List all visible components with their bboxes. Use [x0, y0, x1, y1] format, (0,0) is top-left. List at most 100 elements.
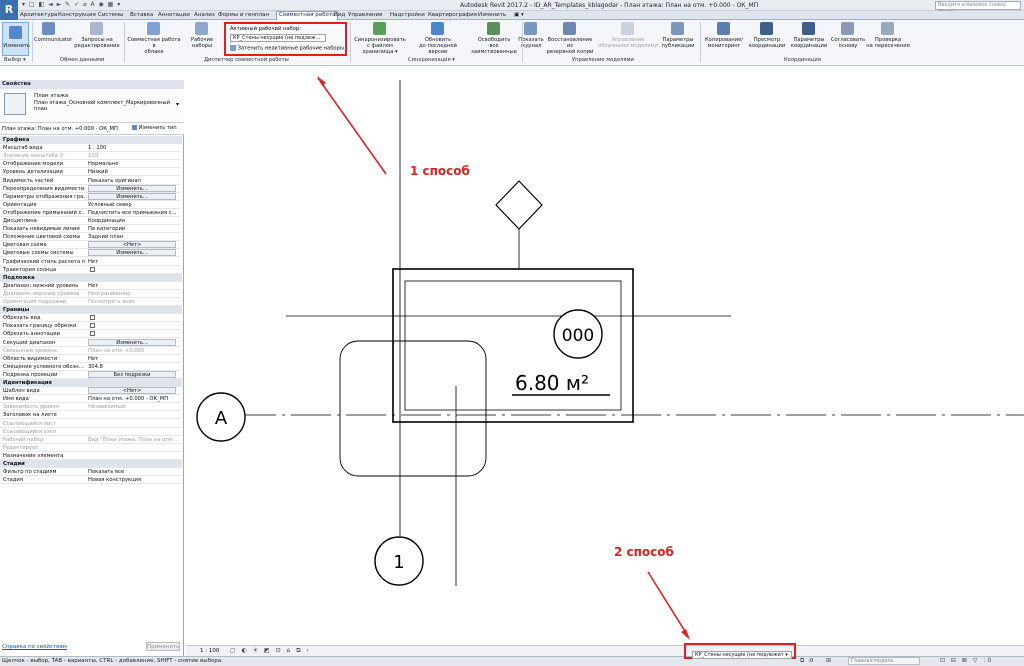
property-value-button[interactable]: <Нет> — [88, 241, 176, 249]
property-row[interactable]: Ориентация подложки Посмотреть вниз — [0, 298, 182, 306]
property-value-button[interactable]: Изменить... — [88, 184, 176, 192]
reload-latest-button[interactable]: Обновить до последней версии — [410, 22, 466, 55]
property-row[interactable]: Секущий диапазон Изменить... — [0, 338, 182, 347]
selection-settings-icons[interactable]: ⊡ ⊟ ⊠ ▽ :0 — [940, 657, 993, 664]
type-selector[interactable]: План этажа План этажа_Основной комплект_… — [0, 89, 184, 123]
property-row[interactable]: Траектория солнца — [0, 266, 182, 274]
property-row[interactable]: Ориентация Условный север — [0, 201, 182, 209]
property-row[interactable]: Параметры отображения гра... Изменить... — [0, 192, 182, 201]
property-row[interactable]: Обрезать вид — [0, 314, 182, 323]
drawing-canvas[interactable]: A 1 000 6.80 м² — [186, 66, 1024, 645]
property-value[interactable]: Неограниченно — [88, 290, 180, 298]
tab-insert[interactable]: Вставка — [130, 12, 153, 18]
property-value[interactable]: Показать все — [88, 468, 180, 476]
property-checkbox[interactable] — [90, 266, 95, 272]
tab-apartments[interactable]: Квартирография — [428, 12, 477, 18]
property-value[interactable]: 1 : 100 — [88, 144, 180, 152]
status-workset-dropdown[interactable]: КР_Стены несущие (не подлежит ▾ — [692, 651, 792, 659]
property-value[interactable]: Задний план — [88, 233, 180, 241]
properties-help-link[interactable]: Справка по свойствам — [2, 644, 67, 650]
property-row[interactable]: Имя вида План на отм. +0.000 - ОК_МП — [0, 395, 182, 404]
property-row[interactable]: Отображение примыканий с... Подчистить вс… — [0, 209, 182, 217]
property-checkbox[interactable] — [90, 323, 95, 329]
interference-check-button[interactable]: Проверка на пересечения — [866, 22, 910, 49]
property-row[interactable]: Показать невидимые линии По категории — [0, 225, 182, 234]
property-value[interactable]: План на отм. +0.000 - ОК_МП — [88, 395, 180, 403]
property-row[interactable]: Рабочий набор Вид "План этажа: План на от… — [0, 436, 182, 444]
property-row[interactable]: Фильтр по стадиям Показать все — [0, 468, 182, 477]
synchronize-button[interactable]: Синхронизировать с файлом хранилища ▾ — [352, 22, 408, 55]
property-row[interactable]: Смещение условного обозн... 304.8 — [0, 363, 182, 371]
property-value[interactable]: Подчистить все примыкания с... — [88, 209, 180, 217]
tab-structure[interactable]: Конструкция — [58, 12, 96, 18]
property-row[interactable]: Графический стиль расчета п... Нет — [0, 258, 182, 266]
tab-view[interactable]: Вид — [334, 12, 345, 18]
tab-minimize[interactable]: ▣ ▾ — [514, 12, 524, 18]
property-value[interactable]: Новая конструкция — [88, 476, 180, 484]
property-row[interactable]: Показать границу обрезки — [0, 322, 182, 331]
property-row[interactable]: Редактирует — [0, 444, 182, 452]
tab-annotate[interactable]: Аннотации — [158, 12, 190, 18]
property-value[interactable]: Нормально — [88, 160, 180, 168]
view-control-icons[interactable]: ▢ ◐ ☀ ◩ ⊡ ⌂ ⧉ ‹ — [230, 647, 311, 655]
property-group-header[interactable]: Графика — [0, 136, 182, 144]
panel-selection-label[interactable]: Выбор ▾ — [4, 57, 26, 63]
property-value[interactable]: Низкий — [88, 168, 180, 176]
gray-inactive-worksets-button[interactable]: Затенить неактивные рабочие наборы — [230, 45, 344, 52]
property-value[interactable]: Независимый — [88, 403, 180, 411]
property-row[interactable]: Цветовая схема <Нет> — [0, 241, 182, 250]
tab-collaborate[interactable]: Совместная работа — [276, 11, 339, 20]
property-row[interactable]: Видимость частей Показать оригинал — [0, 177, 182, 185]
property-row[interactable]: Уровень детализации Низкий — [0, 168, 182, 177]
cloud-collab-button[interactable]: Совместная работа в облаке — [126, 22, 182, 55]
property-row[interactable]: Зависимость уровня Независимый — [0, 403, 182, 412]
property-row[interactable]: Область видимости Нет — [0, 355, 182, 363]
tab-architecture[interactable]: Архитектура — [20, 12, 57, 18]
manage-cloud-models-button[interactable]: Управление облачными моделями — [598, 22, 658, 49]
design-options-icon[interactable]: ⊞ — [826, 657, 831, 664]
property-group-header[interactable]: Подложка — [0, 273, 182, 282]
property-row[interactable]: Значение масштаба 1: 100 — [0, 152, 182, 161]
property-row[interactable]: Заголовок на листе — [0, 411, 182, 420]
property-row[interactable]: Диапазон: нижний уровень Нет — [0, 282, 182, 290]
worksets-button[interactable]: Рабочие наборы — [180, 22, 224, 49]
property-value[interactable]: Нет — [88, 355, 180, 363]
reconcile-hosting-button[interactable]: Согласовать основу — [830, 22, 866, 49]
restore-backup-button[interactable]: Восстановление из резервной копии — [544, 22, 596, 55]
property-value[interactable]: Показать оригинал — [88, 177, 180, 185]
coordination-review-button[interactable]: Просмотр координации — [746, 22, 788, 49]
property-row[interactable]: Положение цветовой схемы Задний план — [0, 233, 182, 242]
property-row[interactable]: Отображение модели Нормально — [0, 160, 182, 169]
property-row[interactable]: Стадия Новая конструкция — [0, 476, 182, 485]
design-option-dropdown[interactable]: Главная модель — [848, 657, 920, 665]
property-row[interactable]: Ссылающийся лист — [0, 420, 182, 428]
property-value[interactable]: 304.8 — [88, 363, 180, 371]
property-row[interactable]: Диапазон: верхний уровень Неограниченно — [0, 290, 182, 298]
property-value[interactable]: По категории — [88, 225, 180, 233]
edit-type-button[interactable]: Изменить тип — [132, 125, 177, 131]
tab-massing[interactable]: Формы и генплан — [218, 12, 269, 18]
apply-button[interactable]: Применить — [146, 642, 180, 651]
tab-modify[interactable]: Изменить — [478, 12, 506, 18]
property-value-button[interactable]: Без подрезки — [88, 370, 176, 378]
quick-access-toolbar[interactable]: ▾ □ ◧ ◄ ► ✎ ✓ ⌀ A ◉ ▦ ▾ — [22, 1, 121, 8]
publish-settings-button[interactable]: Параметры публикации — [658, 22, 698, 49]
property-value[interactable]: Вид "План этажа: План на отм... — [88, 436, 180, 444]
tab-manage[interactable]: Управление — [348, 12, 383, 18]
property-value-button[interactable]: <Нет> — [88, 387, 176, 395]
property-value[interactable]: Координация — [88, 217, 180, 225]
active-workset-dropdown[interactable]: КР_Стены несущие (не подлеж... — [230, 34, 326, 42]
property-checkbox[interactable] — [90, 315, 95, 321]
property-row[interactable]: Связанный уровень План на отм. +0.000 — [0, 347, 182, 355]
property-row[interactable]: Дисциплина Координация — [0, 217, 182, 225]
property-value-button[interactable]: Изменить... — [88, 338, 176, 346]
property-value[interactable]: 100 — [88, 152, 180, 160]
tab-systems[interactable]: Системы — [98, 12, 124, 18]
property-row[interactable]: Ссылающийся узел — [0, 428, 182, 436]
property-value[interactable]: Условный север — [88, 201, 180, 209]
communicator-button[interactable]: Communicator — [34, 22, 72, 43]
tab-analyze[interactable]: Анализ — [194, 12, 215, 18]
property-row[interactable]: Цветовые схемы системы Изменить... — [0, 249, 182, 258]
view-scale[interactable]: 1 : 100 — [200, 648, 219, 654]
property-value[interactable]: План на отм. +0.000 — [88, 347, 180, 355]
